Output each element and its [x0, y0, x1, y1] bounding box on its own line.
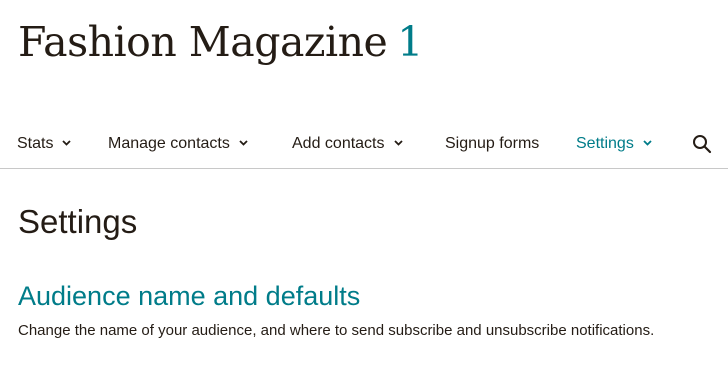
audience-name-defaults-link[interactable]: Audience name and defaults	[18, 278, 360, 314]
page-title: Settings	[18, 203, 138, 240]
chevron-down-icon	[239, 122, 248, 162]
nav-item-label: Stats	[17, 135, 54, 153]
nav-item-label: Manage contacts	[108, 135, 230, 153]
nav-item-label: Signup forms	[445, 135, 540, 152]
audience-header: Fashion Magazine 1	[18, 14, 423, 70]
page: Fashion Magazine 1 Stats Manage contacts …	[0, 0, 728, 389]
audience-count: 1	[397, 18, 423, 66]
nav-item-add-contacts[interactable]: Add contacts	[292, 124, 403, 164]
chevron-down-icon	[393, 122, 403, 162]
audience-name: Fashion Magazine	[18, 18, 388, 66]
chevron-down-icon	[62, 122, 72, 162]
chevron-down-icon	[643, 122, 652, 162]
nav-item-manage-contacts[interactable]: Manage contacts	[108, 124, 248, 164]
search-icon[interactable]	[692, 134, 712, 154]
nav-item-stats[interactable]: Stats	[17, 122, 72, 164]
nav-item-settings[interactable]: Settings	[576, 124, 652, 164]
nav-item-signup-forms[interactable]: Signup forms	[445, 124, 539, 164]
audience-subnav: Stats Manage contacts Add contacts Signu…	[0, 124, 728, 169]
nav-item-label: Settings	[576, 135, 634, 153]
nav-item-label: Add contacts	[292, 135, 385, 153]
section-description: Change the name of your audience, and wh…	[18, 322, 655, 339]
